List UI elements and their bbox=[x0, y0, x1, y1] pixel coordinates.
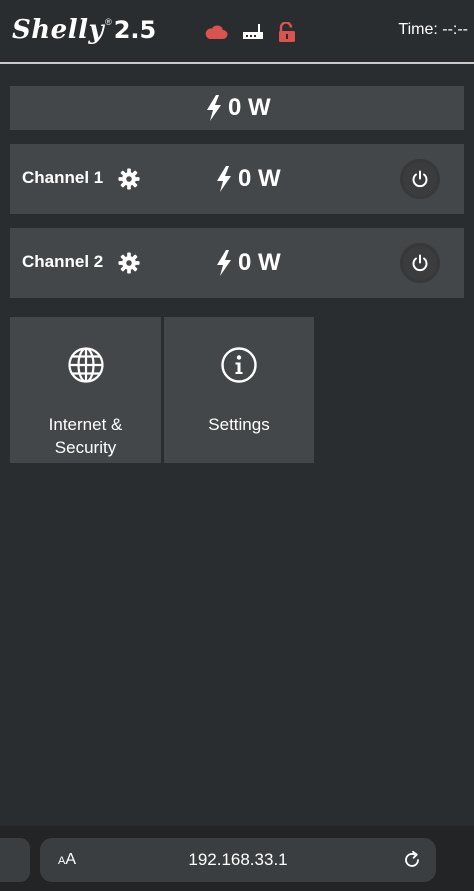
channel-name: Channel 1 bbox=[22, 168, 104, 187]
internet-security-tile[interactable]: Internet & Security bbox=[10, 317, 161, 463]
total-power-value: 0 W bbox=[228, 94, 271, 121]
address-bar[interactable]: AA 192.168.33.1 bbox=[40, 838, 436, 882]
tile-label: Settings bbox=[208, 415, 270, 434]
channel-1-panel: Channel 1 0 W bbox=[10, 144, 464, 214]
shelly-logo: Shelly ® 2.5 bbox=[12, 12, 156, 48]
globe-icon bbox=[67, 347, 104, 383]
gear-icon[interactable] bbox=[118, 168, 140, 190]
power-icon bbox=[412, 254, 428, 272]
logo-model: 2.5 bbox=[113, 16, 157, 44]
power-icon bbox=[412, 170, 428, 188]
channel-power-value: 0 W bbox=[238, 165, 281, 192]
cloud-icon bbox=[204, 24, 228, 40]
settings-tile[interactable]: Settings bbox=[164, 317, 314, 463]
total-power-panel: 0 W bbox=[10, 86, 464, 130]
lightning-icon bbox=[217, 250, 231, 276]
total-power: 0 W bbox=[206, 94, 271, 122]
tile-label: Internet & Security bbox=[48, 415, 123, 457]
channel-2-panel: Channel 2 0 W bbox=[10, 228, 464, 298]
info-icon bbox=[221, 347, 257, 383]
router-icon bbox=[242, 23, 264, 41]
unlocked-lock-icon bbox=[278, 22, 296, 42]
top-header: Shelly ® 2.5 Time: --:-- bbox=[0, 0, 474, 62]
logo-registered-mark: ® bbox=[105, 17, 112, 27]
channel-2-power-button[interactable] bbox=[400, 243, 440, 283]
channel-power: 0 W bbox=[216, 165, 281, 193]
channel-power-value: 0 W bbox=[238, 249, 281, 276]
status-icons bbox=[204, 20, 296, 44]
logo-word: Shelly bbox=[12, 15, 105, 45]
lightning-icon bbox=[207, 95, 221, 121]
time-display: Time: --:-- bbox=[398, 21, 468, 38]
gear-icon[interactable] bbox=[118, 252, 140, 274]
url-text: 192.168.33.1 bbox=[188, 850, 288, 869]
channel-1-power-button[interactable] bbox=[400, 159, 440, 199]
lightning-icon bbox=[217, 166, 231, 192]
previous-tab-edge[interactable] bbox=[0, 838, 30, 882]
shelly-web-ui: Shelly ® 2.5 Time: --:-- 0 W Channel 1 0… bbox=[0, 0, 474, 891]
channel-name: Channel 2 bbox=[22, 252, 104, 271]
browser-toolbar: AA 192.168.33.1 bbox=[0, 826, 474, 891]
reload-icon[interactable] bbox=[402, 850, 422, 870]
channel-power: 0 W bbox=[216, 249, 281, 277]
header-divider bbox=[0, 62, 474, 64]
